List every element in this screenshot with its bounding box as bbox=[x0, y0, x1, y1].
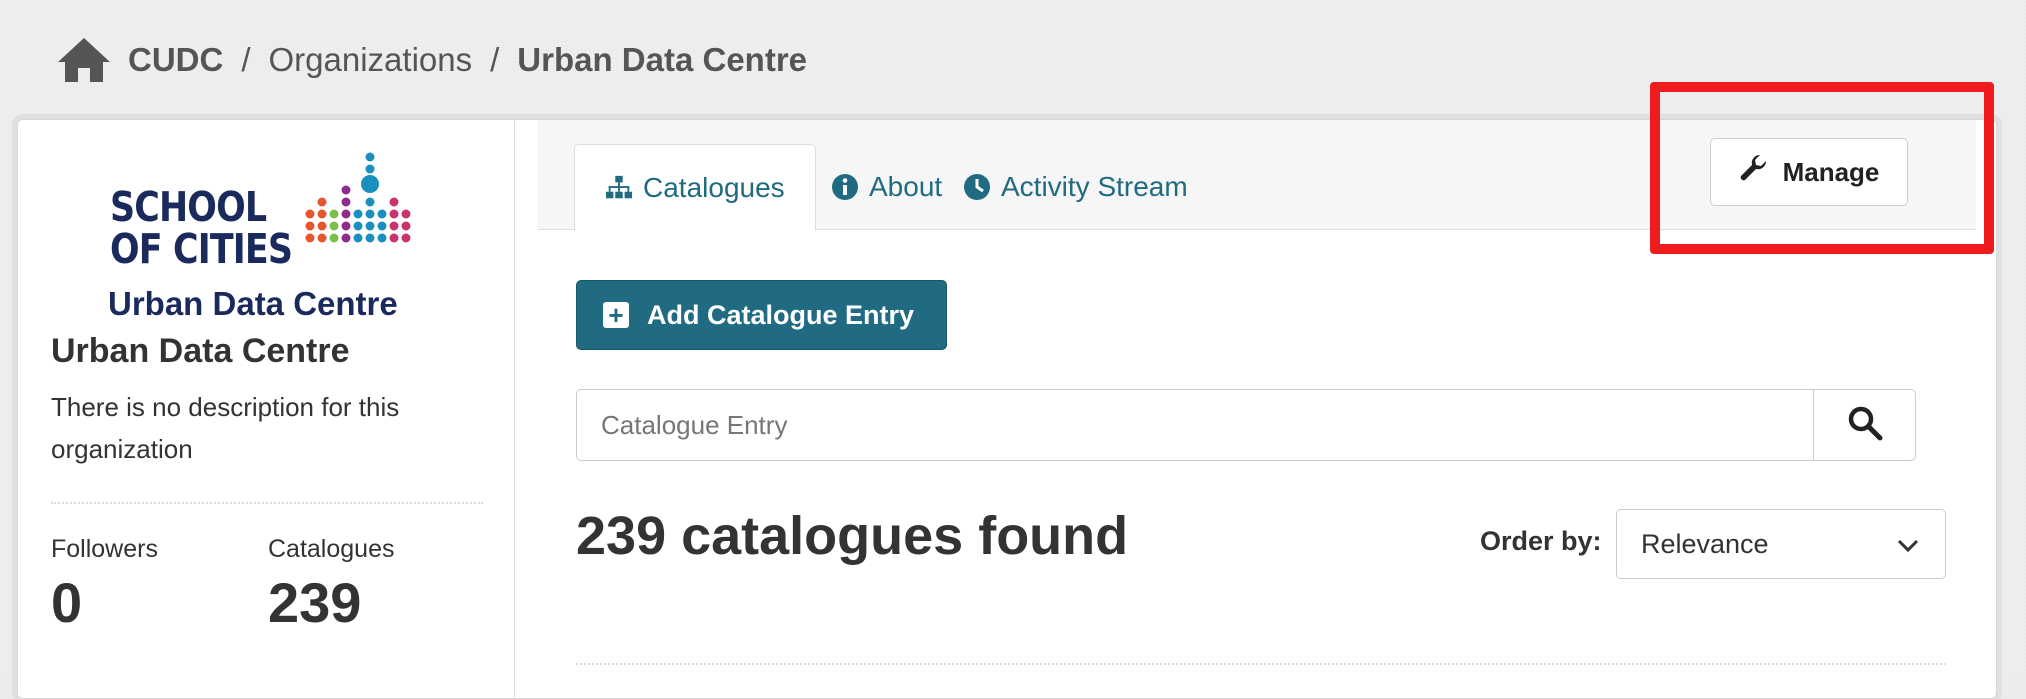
logo-dots-graphic bbox=[305, 152, 411, 243]
breadcrumb-organizations-link[interactable]: Organizations bbox=[269, 41, 473, 79]
tab-activity-stream-label: Activity Stream bbox=[1001, 171, 1188, 202]
breadcrumb-separator: / bbox=[490, 41, 500, 78]
home-icon[interactable] bbox=[56, 35, 112, 85]
search-button[interactable] bbox=[1813, 389, 1916, 461]
breadcrumb: CUDC / Organizations / Urban Data Centre bbox=[56, 28, 807, 92]
tab-about-label: About bbox=[869, 171, 943, 202]
manage-button[interactable]: Manage bbox=[1710, 138, 1908, 206]
catalogues-stat: Catalogues 239 bbox=[268, 535, 394, 638]
search-bar bbox=[576, 389, 1916, 461]
search-icon bbox=[1847, 405, 1883, 446]
order-by-label: Order by: bbox=[1480, 526, 1602, 556]
tab-catalogues-label: Catalogues bbox=[643, 171, 785, 203]
followers-stat: Followers 0 bbox=[51, 535, 158, 638]
catalogues-label: Catalogues bbox=[268, 535, 395, 563]
followers-label: Followers bbox=[51, 535, 158, 563]
tab-catalogues[interactable]: Catalogues bbox=[574, 144, 816, 231]
breadcrumb-separator: / bbox=[241, 41, 251, 78]
logo-line2: OF CITIES bbox=[110, 225, 293, 273]
logo-wordmark: SCHOOL OF CITIES bbox=[110, 183, 293, 273]
chevron-down-icon bbox=[1897, 529, 1919, 560]
order-by-select[interactable]: Relevance bbox=[1616, 509, 1946, 579]
clock-icon bbox=[963, 173, 991, 201]
main-panel: SCHOOL OF CITIES Urban Data Centre Urban… bbox=[17, 119, 1997, 699]
search-input[interactable] bbox=[576, 389, 1813, 461]
content-area: Catalogues About Activity Stream Manage … bbox=[516, 120, 1996, 698]
catalogues-count: 239 bbox=[268, 571, 362, 634]
org-description: There is no description for this organiz… bbox=[51, 392, 400, 464]
tabs-bar: Catalogues About Activity Stream Manage bbox=[538, 120, 1976, 231]
org-sidebar: SCHOOL OF CITIES Urban Data Centre Urban… bbox=[18, 120, 515, 698]
breadcrumb-root-link[interactable]: CUDC bbox=[128, 41, 223, 79]
order-by-value: Relevance bbox=[1641, 528, 1769, 559]
logo-subtitle: Urban Data Centre bbox=[108, 285, 398, 322]
sitemap-icon bbox=[605, 174, 633, 202]
plus-square-icon: + bbox=[603, 302, 629, 328]
info-icon bbox=[831, 173, 859, 201]
add-button-label: Add Catalogue Entry bbox=[647, 299, 915, 330]
add-catalogue-entry-button[interactable]: + Add Catalogue Entry bbox=[576, 280, 947, 350]
sidebar-divider bbox=[51, 502, 483, 504]
results-count-heading: 239 catalogues found bbox=[576, 506, 1129, 566]
results-divider bbox=[576, 663, 1946, 665]
breadcrumb-current[interactable]: Urban Data Centre bbox=[517, 41, 807, 79]
logo-line1: SCHOOL bbox=[110, 183, 267, 231]
manage-button-label: Manage bbox=[1782, 156, 1880, 187]
org-logo[interactable]: SCHOOL OF CITIES Urban Data Centre bbox=[90, 140, 430, 330]
org-title: Urban Data Centre bbox=[51, 332, 350, 370]
tab-activity-stream[interactable]: Activity Stream bbox=[933, 144, 1218, 230]
followers-count: 0 bbox=[51, 571, 83, 634]
wrench-icon bbox=[1739, 154, 1769, 191]
